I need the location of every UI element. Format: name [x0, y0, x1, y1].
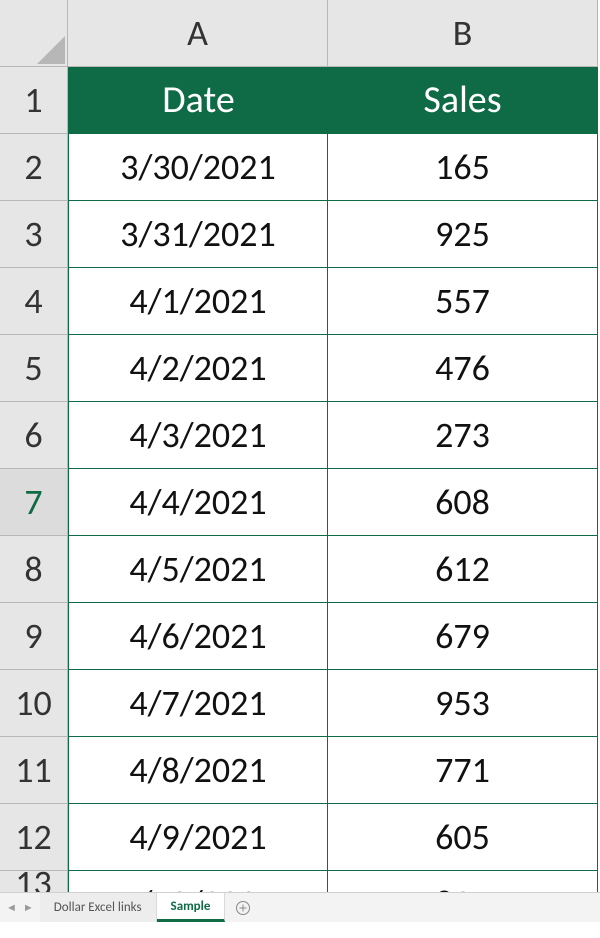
- cell-sales[interactable]: 771: [328, 737, 598, 804]
- spreadsheet-grid: A B 1 Date Sales 2 3/30/2021 165 3 3/31/…: [0, 0, 600, 938]
- cell-sales[interactable]: 953: [328, 670, 598, 737]
- row-header[interactable]: 11: [0, 737, 68, 804]
- chevron-left-icon: ◄: [6, 901, 17, 914]
- cell-sales[interactable]: 612: [328, 536, 598, 603]
- row-header[interactable]: 3: [0, 201, 68, 268]
- cell-date[interactable]: 4/7/2021: [68, 670, 328, 737]
- cell-date[interactable]: 4/3/2021: [68, 402, 328, 469]
- cell-sales[interactable]: 925: [328, 201, 598, 268]
- add-sheet-button[interactable]: [225, 893, 261, 922]
- cell-date[interactable]: 3/30/2021: [68, 134, 328, 201]
- sheet-tab[interactable]: Dollar Excel links: [40, 893, 157, 922]
- cell-sales[interactable]: 557: [328, 268, 598, 335]
- column-header-B[interactable]: B: [328, 0, 598, 67]
- cell-sales[interactable]: 608: [328, 469, 598, 536]
- plus-circle-icon: [235, 900, 251, 916]
- row-header[interactable]: 5: [0, 335, 68, 402]
- select-all-corner[interactable]: [0, 0, 68, 67]
- cell-date[interactable]: 3/31/2021: [68, 201, 328, 268]
- row-header[interactable]: 10: [0, 670, 68, 737]
- cell-date[interactable]: 4/8/2021: [68, 737, 328, 804]
- row-header[interactable]: 2: [0, 134, 68, 201]
- cell-date[interactable]: 4/9/2021: [68, 804, 328, 871]
- row-header-active[interactable]: 7: [0, 469, 68, 536]
- cell-sales[interactable]: 605: [328, 804, 598, 871]
- row-header[interactable]: 12: [0, 804, 68, 871]
- cell-date[interactable]: 4/6/2021: [68, 603, 328, 670]
- row-header[interactable]: 9: [0, 603, 68, 670]
- tab-nav-arrows[interactable]: ◄ ►: [0, 893, 40, 922]
- cell-sales[interactable]: 165: [328, 134, 598, 201]
- cell-A1-header[interactable]: Date: [68, 67, 328, 134]
- cell-sales[interactable]: 476: [328, 335, 598, 402]
- cell-sales[interactable]: 273: [328, 402, 598, 469]
- cell-date[interactable]: 4/4/2021: [68, 469, 328, 536]
- sheet-tab-active[interactable]: Sample: [157, 893, 226, 922]
- row-header[interactable]: 4: [0, 268, 68, 335]
- row-header-1[interactable]: 1: [0, 67, 68, 134]
- sheet-tab-bar: ◄ ► Dollar Excel links Sample: [0, 892, 600, 922]
- cell-B1-header[interactable]: Sales: [328, 67, 598, 134]
- row-header[interactable]: 8: [0, 536, 68, 603]
- column-header-A[interactable]: A: [68, 0, 328, 67]
- cell-date[interactable]: 4/5/2021: [68, 536, 328, 603]
- chevron-right-icon: ►: [23, 901, 34, 914]
- cell-date[interactable]: 4/2/2021: [68, 335, 328, 402]
- row-header[interactable]: 6: [0, 402, 68, 469]
- cell-sales[interactable]: 679: [328, 603, 598, 670]
- cell-date[interactable]: 4/1/2021: [68, 268, 328, 335]
